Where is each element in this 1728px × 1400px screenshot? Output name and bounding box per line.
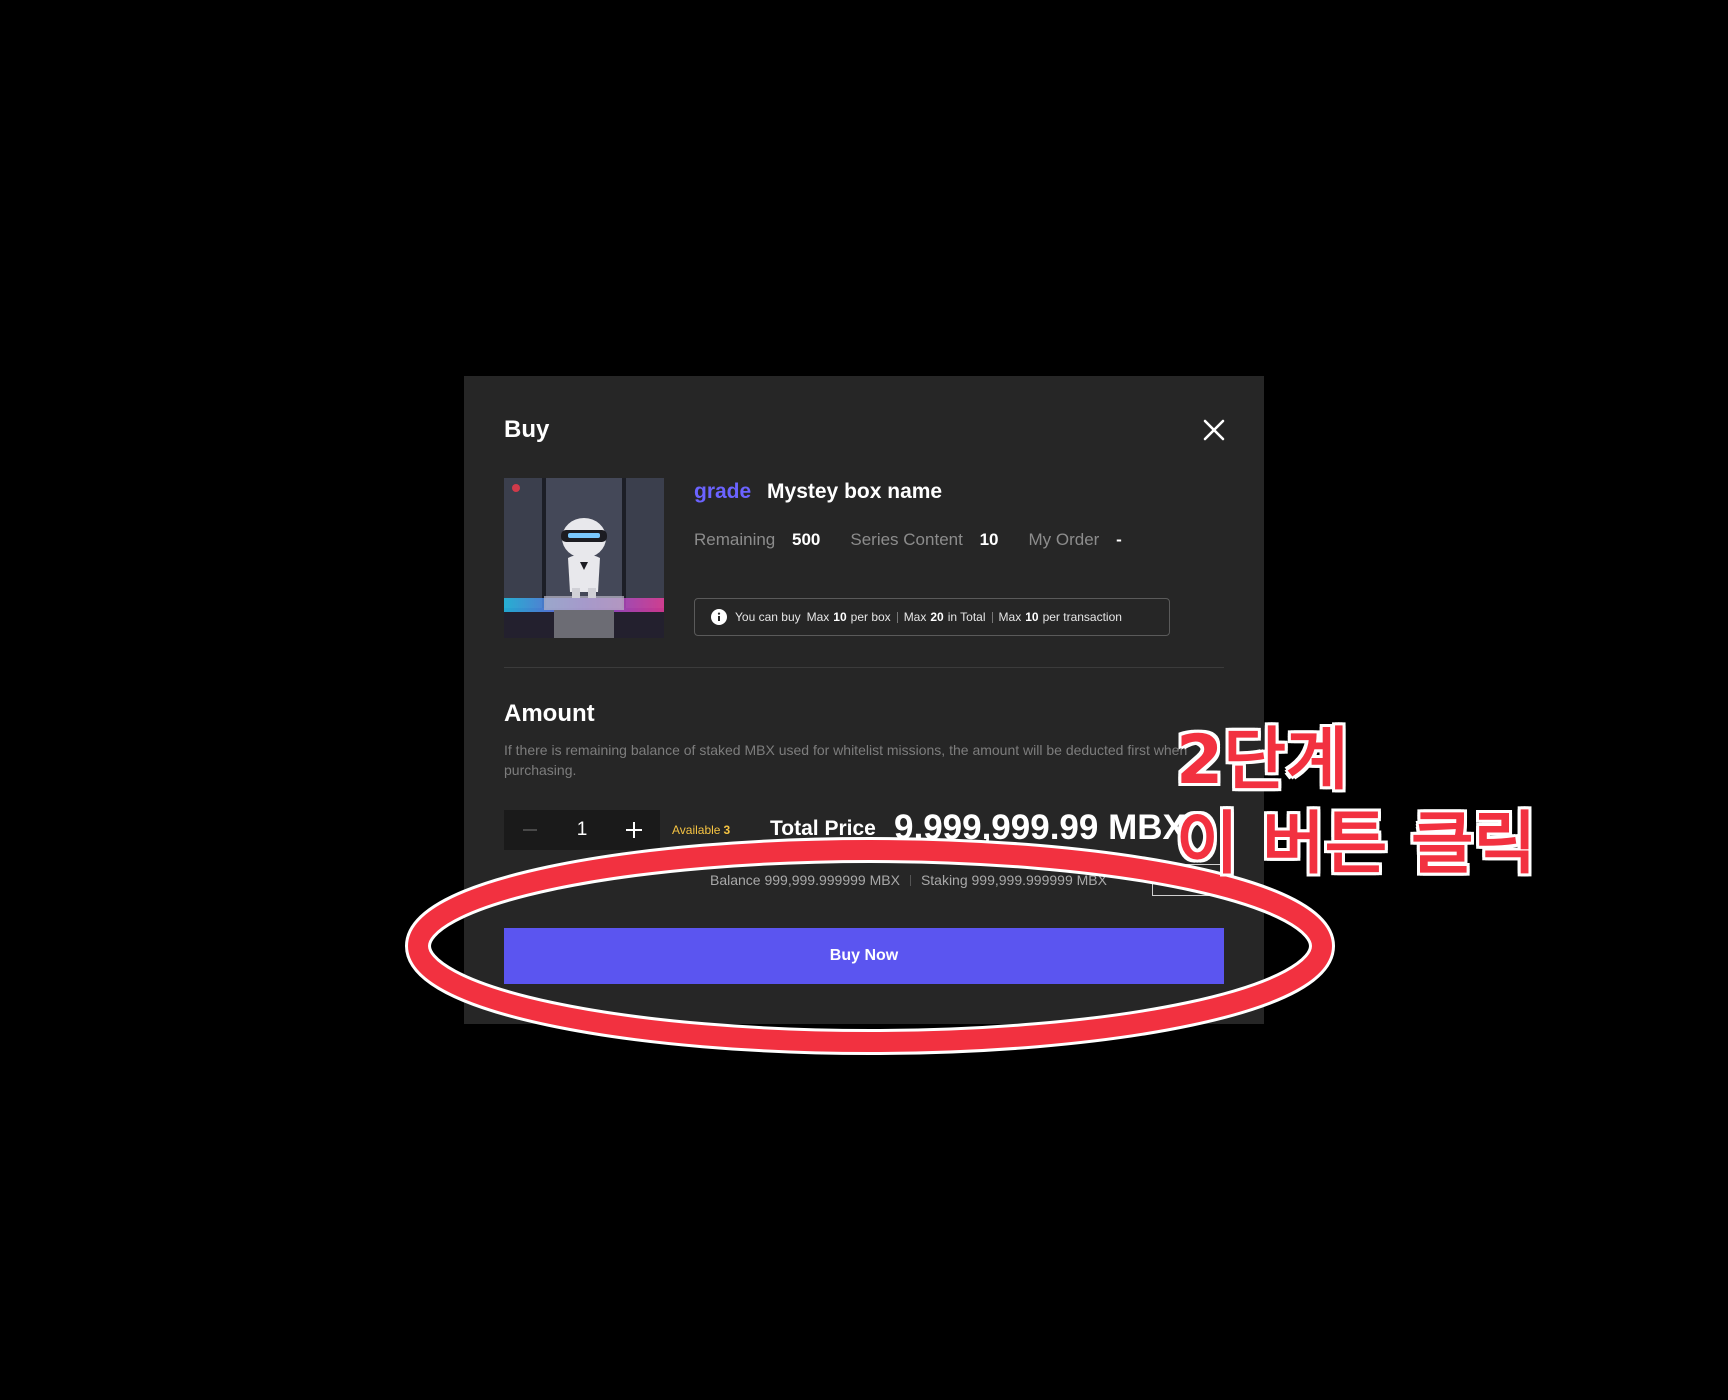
limit-total-suffix: in Total [947,610,986,624]
stat-label: Remaining [694,530,776,549]
stat-value: 10 [979,530,999,549]
buy-now-button[interactable]: Buy Now [504,928,1224,984]
limit-per-box-value: 10 [833,610,847,624]
limits-prefix: You can buy [735,610,801,624]
balance-row: Balance 999,999.999999 MBX Staking 999,9… [710,872,1107,888]
quantity-value[interactable]: 1 [556,819,608,841]
limit-per-tx-value: 10 [1025,610,1039,624]
divider [504,667,1224,668]
limit-per-box-suffix: per box [850,610,891,624]
staking-text: Staking 999,999.999999 MBX [920,872,1107,888]
amount-title: Amount [504,700,595,727]
info-icon [711,609,727,625]
separator [896,611,898,623]
stat-label: Series Content [850,530,963,549]
close-button[interactable] [1200,416,1228,444]
amount-description: If there is remaining balance of staked … [504,742,1188,778]
limit-max-label: Max [998,610,1022,624]
separator [909,874,911,886]
available-label: Available [672,823,721,837]
quantity-stepper: 1 [504,810,660,850]
minus-icon [523,829,537,831]
mystery-box-image [504,478,664,638]
stat-label: My Order [1028,530,1100,549]
screen: Buy grade Mystey box name Remaining 500 … [0,0,1728,1400]
stat-series-content: Series Content 10 [850,530,998,550]
product-title: grade Mystey box name [694,480,942,504]
plus-icon [626,822,642,838]
stat-my-order: My Order - [1028,530,1121,550]
modal-title: Buy [504,416,550,443]
close-icon [1203,419,1225,441]
product-stats: Remaining 500 Series Content 10 My Order… [694,530,1122,550]
balance-text: Balance 999,999.999999 MBX [710,872,900,888]
buy-modal: Buy grade Mystey box name Remaining 500 … [464,376,1264,1024]
stat-value: 500 [792,530,821,549]
total-price-label: Total Price [770,817,876,840]
stat-remaining: Remaining 500 [694,530,820,550]
decrease-button[interactable] [504,810,556,850]
limit-per-tx-suffix: per transaction [1042,610,1122,624]
available-count: Available 3 [672,823,730,837]
limit-max-label: Max [806,610,830,624]
limit-max-label: Max [903,610,927,624]
total-price-value: 9,999,999.99 MBX [894,808,1186,847]
separator [991,611,993,623]
limit-total-value: 20 [930,610,944,624]
grade-label: grade [694,480,752,503]
stat-value: - [1116,530,1122,549]
annotation-instruction: 이 버튼 클릭 [1176,805,1537,884]
purchase-limits-notice: You can buy Max 10 per box Max 20 in Tot… [694,598,1170,636]
increase-button[interactable] [608,810,660,850]
available-value: 3 [723,823,731,837]
box-name: Mystey box name [767,480,943,503]
